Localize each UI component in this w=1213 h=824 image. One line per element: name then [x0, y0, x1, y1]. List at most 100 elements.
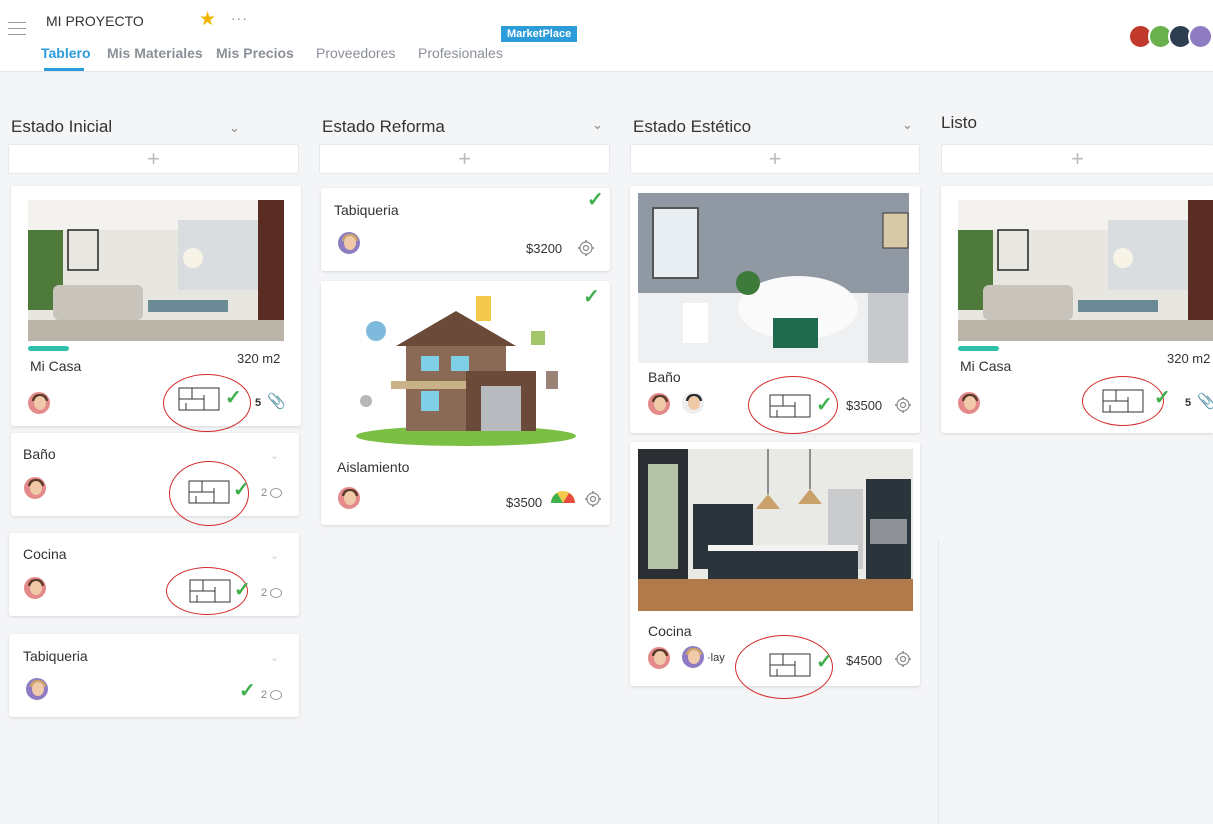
- floor-plan-icon[interactable]: [1102, 389, 1144, 413]
- card-bano[interactable]: Baño ⌄ ✓ 2: [11, 433, 299, 526]
- area-value: 320 m2: [1167, 351, 1211, 366]
- check-icon: ✓: [816, 394, 833, 416]
- avatar[interactable]: [957, 391, 981, 415]
- card-title: Mi Casa: [960, 358, 1012, 374]
- floor-plan-icon[interactable]: [769, 653, 811, 677]
- card-tabiqueria[interactable]: Tabiqueria ⌄ ✓ 2: [9, 634, 299, 717]
- card-cocina-estetico[interactable]: Cocina ·lay ✓ $4500: [630, 442, 920, 699]
- living-room-image: [28, 200, 284, 341]
- card-title: Tabiqueria: [334, 202, 399, 218]
- gauge-icon: [551, 491, 575, 503]
- check-icon: ✓: [587, 189, 604, 211]
- avatar[interactable]: [681, 391, 705, 415]
- living-room-image: [958, 200, 1213, 341]
- add-card-button[interactable]: +: [8, 144, 299, 174]
- add-card-button[interactable]: +: [630, 144, 920, 174]
- chevron-down-icon[interactable]: ⌄: [270, 651, 279, 664]
- project-title: MI PROYECTO: [46, 13, 144, 29]
- card-cocina[interactable]: Cocina ⌄ ✓ 2: [9, 533, 299, 616]
- card-title: Baño: [648, 369, 681, 385]
- add-card-button[interactable]: +: [941, 144, 1213, 174]
- tab-proveedores[interactable]: Proveedores: [316, 45, 395, 61]
- chevron-down-icon[interactable]: ⌄: [229, 120, 240, 136]
- avatar[interactable]: [647, 392, 671, 416]
- tab-tablero[interactable]: Tablero: [41, 45, 91, 61]
- chevron-down-icon[interactable]: ⌄: [592, 117, 603, 133]
- card-tabiqueria-reforma[interactable]: Tabiqueria ✓ $3200: [321, 188, 610, 271]
- gear-icon[interactable]: [894, 396, 912, 414]
- tab-profesionales[interactable]: Profesionales: [418, 45, 503, 61]
- comment-count: 2: [261, 587, 268, 599]
- column-title: Estado Inicial: [11, 117, 113, 136]
- check-icon: ✓: [239, 680, 256, 702]
- check-icon: ✓: [234, 579, 251, 601]
- card-title: Tabiqueria: [23, 648, 88, 664]
- paperclip-icon[interactable]: 📎: [1197, 392, 1213, 410]
- hamburger-menu-icon[interactable]: [8, 22, 26, 38]
- attachment-count: 5: [255, 397, 262, 409]
- top-header: MI PROYECTO ★ ··· Tablero Mis Materiales…: [0, 0, 1213, 72]
- check-icon: ✓: [816, 651, 833, 673]
- comment-icon[interactable]: [270, 588, 282, 598]
- floor-plan-icon[interactable]: [189, 579, 231, 603]
- gear-icon[interactable]: [894, 650, 912, 668]
- tab-mis-materiales[interactable]: Mis Materiales: [107, 45, 203, 61]
- price: $4500: [846, 653, 883, 668]
- area-value: 320 m2: [237, 351, 281, 366]
- price: $3200: [526, 241, 563, 256]
- avatar[interactable]: [647, 646, 671, 670]
- column-title: Listo: [941, 113, 977, 132]
- floor-plan-icon[interactable]: [769, 394, 811, 418]
- card-title: Mi Casa: [30, 358, 82, 374]
- column-title: Estado Reforma: [322, 117, 445, 136]
- comment-count: 2: [261, 487, 268, 499]
- comment-icon[interactable]: [270, 690, 282, 700]
- attachment-count: 5: [1185, 397, 1192, 409]
- star-icon[interactable]: ★: [199, 10, 216, 29]
- bathroom-image: [638, 193, 909, 363]
- check-icon: ✓: [225, 387, 242, 409]
- check-icon: ✓: [233, 479, 250, 501]
- avatar[interactable]: [681, 645, 705, 669]
- insulation-house-illustration: [346, 291, 586, 446]
- price: $3500: [506, 495, 543, 510]
- card-mi-casa-listo[interactable]: Mi Casa 320 m2 ✓ 5 📎: [941, 186, 1213, 433]
- chevron-down-icon[interactable]: ⌄: [902, 117, 913, 133]
- chevron-down-icon[interactable]: ⌄: [270, 449, 279, 462]
- chevron-down-icon[interactable]: ⌄: [270, 549, 279, 562]
- column-divider: [938, 540, 939, 824]
- avatar[interactable]: [23, 576, 47, 600]
- add-card-button[interactable]: +: [319, 144, 610, 174]
- paperclip-icon[interactable]: 📎: [267, 392, 286, 410]
- gear-icon[interactable]: [584, 490, 602, 508]
- active-tab-indicator: [44, 68, 84, 71]
- card-title: Cocina: [648, 623, 692, 639]
- card-mi-casa[interactable]: Mi Casa 320 m2 ✓ 5 📎: [11, 186, 301, 432]
- progress-bar: [958, 346, 999, 351]
- comment-count: 2: [261, 689, 268, 701]
- comment-icon[interactable]: [270, 488, 282, 498]
- gear-icon[interactable]: [577, 239, 595, 257]
- check-icon: ✓: [1154, 387, 1171, 409]
- kitchen-image: [638, 449, 913, 611]
- avatar[interactable]: [27, 391, 51, 415]
- avatar[interactable]: [23, 476, 47, 500]
- card-title: Baño: [23, 446, 56, 462]
- tab-mis-precios[interactable]: Mis Precios: [216, 45, 294, 61]
- floor-plan-icon[interactable]: [178, 387, 220, 411]
- card-title: Aislamiento: [337, 459, 410, 475]
- avatar[interactable]: [337, 486, 361, 510]
- progress-bar: [28, 346, 69, 351]
- floor-plan-icon[interactable]: [188, 480, 230, 504]
- assignee-name: ·lay: [707, 652, 725, 664]
- price: $3500: [846, 398, 883, 413]
- column-title: Estado Estético: [633, 117, 752, 136]
- marketplace-badge[interactable]: MarketPlace: [501, 26, 578, 42]
- card-title: Cocina: [23, 546, 67, 562]
- avatar[interactable]: [25, 677, 49, 701]
- more-options-icon[interactable]: ···: [231, 10, 248, 26]
- card-bano-estetico[interactable]: Baño ✓ $3500: [630, 186, 920, 434]
- card-aislamiento[interactable]: ✓ Aislamiento $3500: [321, 281, 610, 525]
- avatar[interactable]: [337, 231, 361, 255]
- avatar[interactable]: [1188, 24, 1213, 49]
